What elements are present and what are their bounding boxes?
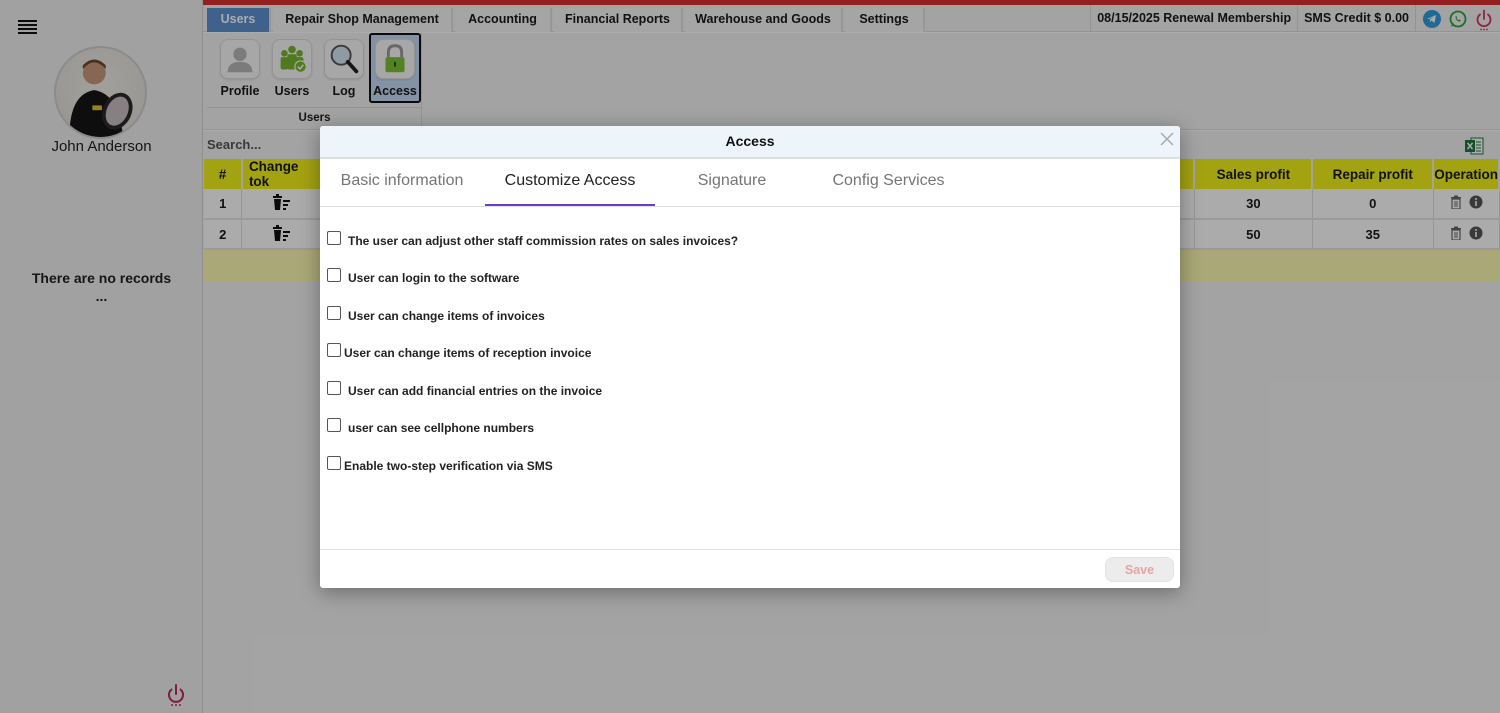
option-label: user can see cellphone numbers xyxy=(348,421,535,435)
option-see-cellphone[interactable]: user can see cellphone numbers xyxy=(327,418,534,438)
option-add-financial-entries[interactable]: User can add financial entries on the in… xyxy=(327,381,602,401)
checkbox-login[interactable] xyxy=(327,268,341,282)
checkbox-change-reception-items[interactable] xyxy=(327,343,341,357)
option-label: The user can adjust other staff commissi… xyxy=(348,234,739,248)
option-label: User can login to the software xyxy=(348,271,520,285)
option-change-reception-items[interactable]: User can change items of reception invoi… xyxy=(327,343,591,363)
checkbox-two-step-sms[interactable] xyxy=(327,456,341,470)
option-two-step-sms[interactable]: Enable two-step verification via SMS xyxy=(327,456,553,476)
checkbox-see-cellphone[interactable] xyxy=(327,418,341,432)
checkbox-change-invoice-items[interactable] xyxy=(327,306,341,320)
option-adjust-commission[interactable]: The user can adjust other staff commissi… xyxy=(327,231,738,251)
close-icon[interactable] xyxy=(1158,128,1176,146)
option-login[interactable]: User can login to the software xyxy=(327,268,519,288)
tab-signature[interactable]: Signature xyxy=(675,159,789,206)
modal-tabs: Basic information Customize Access Signa… xyxy=(320,159,1180,207)
checkbox-adjust-commission[interactable] xyxy=(327,231,341,245)
tab-basic-information[interactable]: Basic information xyxy=(328,159,476,206)
modal-footer-divider xyxy=(320,549,1180,550)
checkbox-add-financial-entries[interactable] xyxy=(327,381,341,395)
access-modal: Access Basic information Customize Acces… xyxy=(320,126,1180,588)
modal-title: Access xyxy=(725,133,775,149)
option-label: User can change items of reception invoi… xyxy=(344,346,592,360)
tab-customize-access[interactable]: Customize Access xyxy=(485,159,655,206)
option-label: User can add financial entries on the in… xyxy=(348,384,603,398)
option-label: Enable two-step verification via SMS xyxy=(344,459,553,473)
option-change-invoice-items[interactable]: User can change items of invoices xyxy=(327,306,545,326)
save-button[interactable]: Save xyxy=(1105,557,1174,582)
option-label: User can change items of invoices xyxy=(348,309,545,323)
tab-config-services[interactable]: Config Services xyxy=(820,159,957,206)
modal-header: Access xyxy=(320,126,1180,159)
